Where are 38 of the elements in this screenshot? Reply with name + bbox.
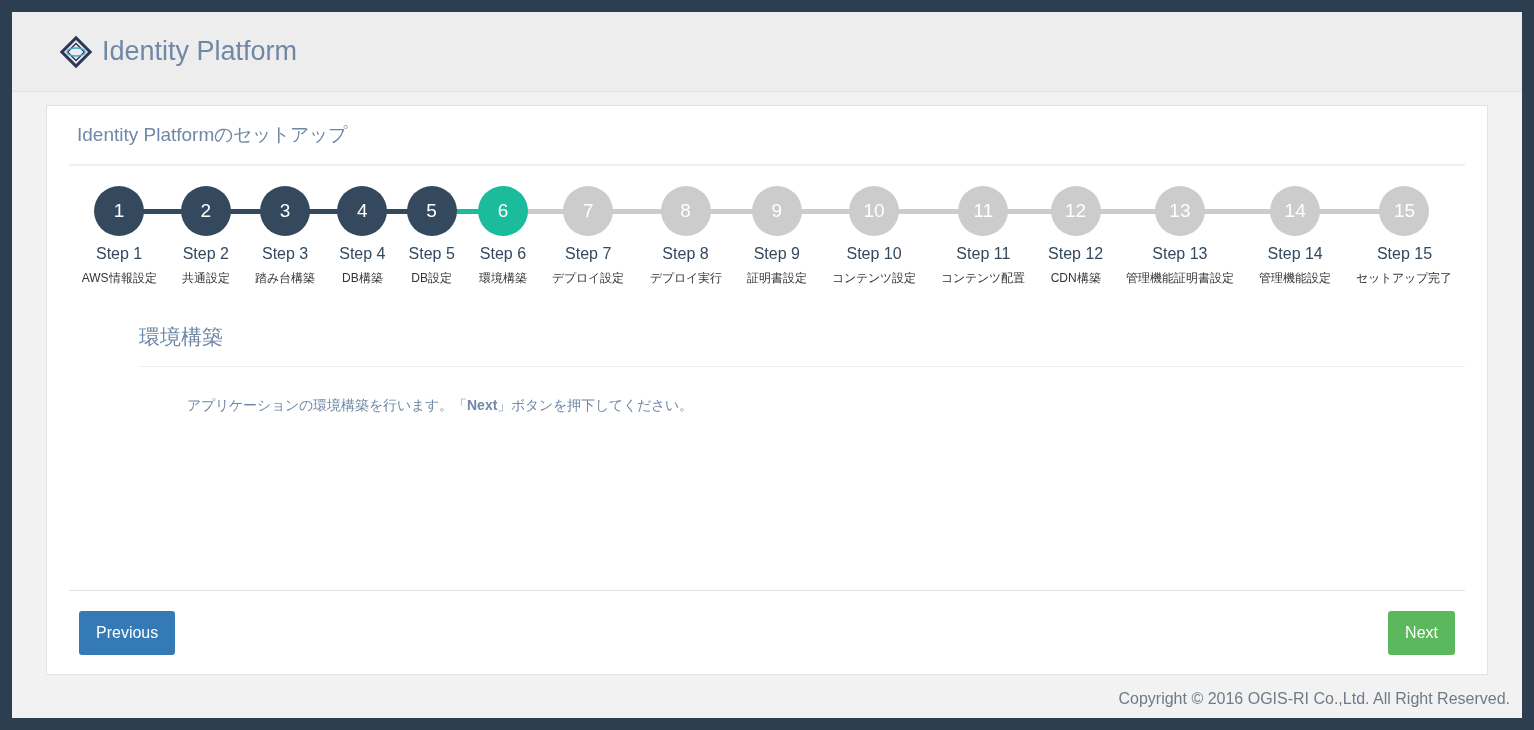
step-label: Step 8 [662, 244, 709, 264]
logo-icon [58, 33, 94, 70]
step-label: Step 2 [182, 244, 229, 264]
description-text: アプリケーションの環境構築を行います。「Next」ボタンを押下してください。 [187, 396, 695, 415]
step-label: Step 1 [95, 244, 143, 264]
step-caption: CDN構築 [1049, 270, 1102, 287]
step-label: Step 5 [408, 244, 455, 264]
step-caption: 管理機能設定 [1258, 270, 1333, 287]
step-caption: コンテンツ設定 [831, 270, 918, 287]
step-caption: 踏み台構築 [254, 270, 317, 287]
step-caption: セットアップ完了 [1355, 270, 1454, 287]
step-label: Step 14 [1267, 244, 1323, 264]
step-label: Step 7 [565, 244, 612, 264]
step-caption: DB設定 [410, 270, 453, 287]
step-label: Step 10 [846, 244, 902, 264]
step-caption: 環境構築 [477, 270, 528, 287]
next-button[interactable]: Next [1388, 610, 1455, 655]
step-caption: 共通設定 [180, 270, 231, 287]
step-label: Step 9 [753, 244, 800, 264]
step-caption: デプロイ実行 [648, 270, 723, 287]
step-label: Step 12 [1048, 244, 1104, 264]
step-label: Step 13 [1152, 244, 1208, 264]
previous-button[interactable]: Previous [79, 610, 176, 655]
step-caption: 証明書設定 [745, 270, 808, 287]
step-caption: AWS情報設定 [80, 270, 158, 287]
step-caption: コンテンツ配置 [940, 270, 1027, 287]
step-label: Step 6 [479, 244, 527, 264]
step-label: Step 15 [1376, 244, 1433, 264]
step-label: Step 3 [261, 244, 309, 264]
step-caption: 管理機能証明書設定 [1124, 270, 1235, 287]
section-title: 環境構築 [139, 323, 223, 350]
step-caption: デプロイ設定 [551, 270, 626, 287]
card-title: Identity Platformのセットアップ [76, 122, 348, 147]
copyright-text: Copyright © 2016 OGIS-RI Co.,Ltd. All Right Reserved. [1118, 689, 1510, 709]
step-label: Step 11 [956, 244, 1011, 264]
step-caption: DB構築 [341, 270, 384, 287]
brand-name: Identity Platform [102, 35, 298, 69]
step-label: Step 4 [339, 244, 386, 264]
